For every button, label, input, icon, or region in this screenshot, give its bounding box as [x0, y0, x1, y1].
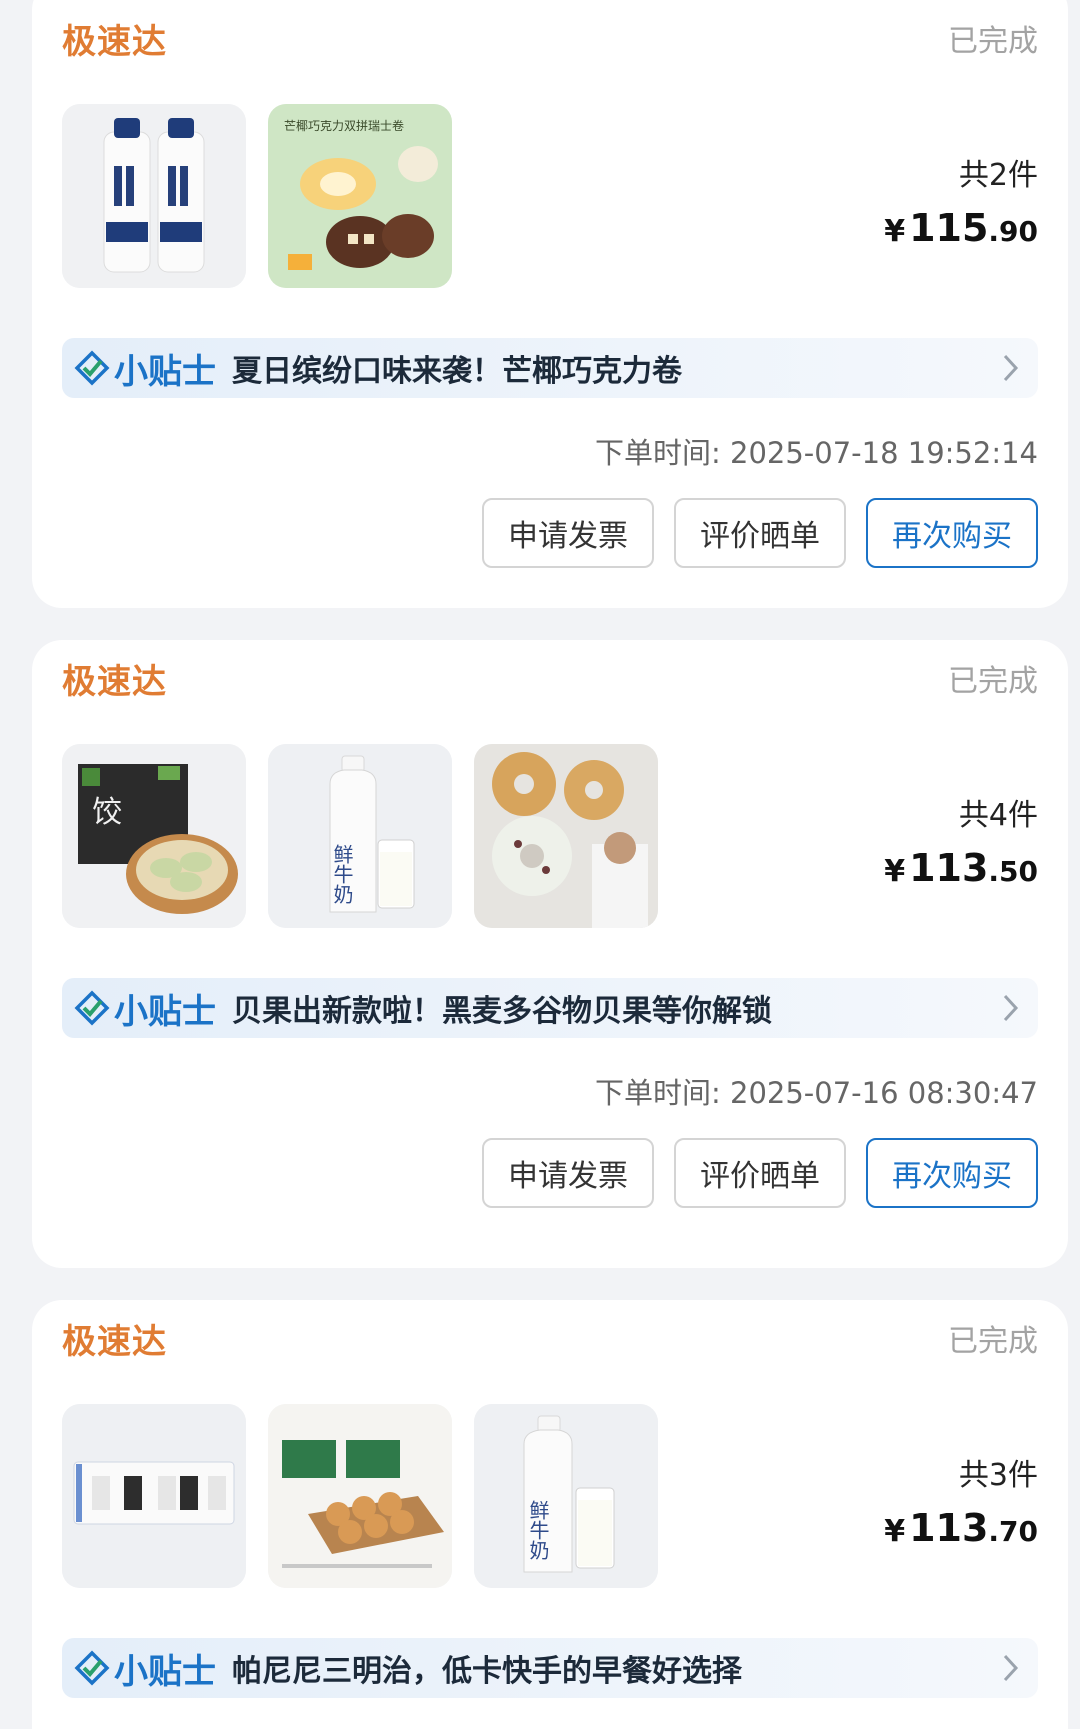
order-summary: 共4件 ¥113.50: [884, 790, 1038, 890]
price-integer: 113: [909, 846, 989, 890]
price-integer: 115: [909, 206, 989, 250]
order-status: 已完成: [948, 1324, 1038, 1359]
order-price: ¥113.70: [884, 1506, 1038, 1550]
order-actions: 申请发票 评价晒单 再次购买: [482, 498, 1038, 568]
roll-image-title: 芒椰巧克力双拼瑞士卷: [284, 118, 404, 133]
chevron-right-icon[interactable]: [1000, 350, 1022, 386]
order-price: ¥115.90: [884, 206, 1038, 250]
item-count: 共4件: [958, 798, 1038, 833]
delivery-brand: 极速达: [62, 1321, 167, 1362]
review-button[interactable]: 评价晒单: [674, 1138, 846, 1208]
product-image-bread-rolls[interactable]: [268, 1404, 452, 1588]
order-header: 极速达 已完成: [62, 656, 1038, 702]
apply-invoice-button[interactable]: 申请发票: [482, 1138, 654, 1208]
currency-symbol: ¥: [884, 1514, 906, 1549]
check-diamond-icon: [74, 990, 110, 1026]
tip-title: 小贴士: [114, 351, 216, 392]
chevron-right-icon[interactable]: [1000, 1650, 1022, 1686]
chevron-right-icon[interactable]: [1000, 990, 1022, 1026]
milk-bottle-label: 鲜牛奶: [330, 844, 354, 904]
product-thumbnails[interactable]: 芒椰巧克力双拼瑞士卷: [62, 104, 452, 288]
price-decimal: .50: [988, 855, 1038, 888]
buy-again-button[interactable]: 再次购买: [866, 1138, 1038, 1208]
order-actions: 申请发票 评价晒单 再次购买: [482, 1138, 1038, 1208]
tip-banner[interactable]: 小贴士 帕尼尼三明治，低卡快手的早餐好选择: [62, 1638, 1038, 1698]
product-thumbnails[interactable]: 饺 鲜牛奶: [62, 744, 658, 928]
product-thumbnails[interactable]: 鲜牛奶: [62, 1404, 658, 1588]
milk-bottle-label: 鲜牛奶: [526, 1500, 550, 1560]
order-card[interactable]: 极速达 已完成 饺 鲜牛奶 共4件 ¥ 113.50 小贴士 贝果出新款啦！黑麦…: [32, 640, 1068, 1268]
price-integer: 113: [909, 1506, 989, 1550]
review-button[interactable]: 评价晒单: [674, 498, 846, 568]
item-count: 共3件: [958, 1458, 1038, 1493]
tip-text: 贝果出新款啦！黑麦多谷物贝果等你解锁: [232, 994, 772, 1029]
tip-title: 小贴士: [114, 991, 216, 1032]
order-time: 下单时间: 2025-07-16 08:30:47: [595, 1076, 1038, 1110]
tip-title: 小贴士: [114, 1651, 216, 1692]
tip-text: 夏日缤纷口味来袭！芒椰巧克力卷: [232, 354, 682, 389]
delivery-brand: 极速达: [62, 661, 167, 702]
order-summary: 共3件 ¥113.70: [884, 1450, 1038, 1550]
tip-banner[interactable]: 小贴士 夏日缤纷口味来袭！芒椰巧克力卷: [62, 338, 1038, 398]
order-status: 已完成: [948, 664, 1038, 699]
product-image-bagels[interactable]: [474, 744, 658, 928]
price-decimal: .70: [988, 1515, 1038, 1548]
apply-invoice-button[interactable]: 申请发票: [482, 498, 654, 568]
order-time: 下单时间: 2025-07-18 19:52:14: [595, 436, 1038, 470]
svg-text:饺: 饺: [92, 795, 122, 830]
check-diamond-icon: [74, 1650, 110, 1686]
currency-symbol: ¥: [884, 214, 906, 249]
order-price: ¥113.50: [884, 846, 1038, 890]
tip-text: 帕尼尼三明治，低卡快手的早餐好选择: [232, 1654, 742, 1689]
order-header: 极速达 已完成: [62, 16, 1038, 62]
order-summary: 共2件 ¥115.90: [884, 150, 1038, 250]
product-image-sandwich-pack[interactable]: [62, 1404, 246, 1588]
buy-again-button[interactable]: 再次购买: [866, 498, 1038, 568]
product-image-fresh-milk[interactable]: 鲜牛奶: [268, 744, 452, 928]
price-decimal: .90: [988, 215, 1038, 248]
delivery-brand: 极速达: [62, 21, 167, 62]
tip-banner[interactable]: 小贴士 贝果出新款啦！黑麦多谷物贝果等你解锁: [62, 978, 1038, 1038]
order-header: 极速达 已完成: [62, 1316, 1038, 1362]
order-card[interactable]: 极速达 已完成: [32, 1300, 1068, 1729]
check-diamond-icon: [74, 350, 110, 386]
item-count: 共2件: [958, 158, 1038, 193]
product-image-dumplings[interactable]: 饺: [62, 744, 246, 928]
product-image-swiss-roll[interactable]: 芒椰巧克力双拼瑞士卷: [268, 104, 452, 288]
product-image-fresh-milk[interactable]: 鲜牛奶: [474, 1404, 658, 1588]
order-card[interactable]: 极速达 已完成: [32, 0, 1068, 608]
order-status: 已完成: [948, 24, 1038, 59]
currency-symbol: ¥: [884, 854, 906, 889]
product-image-milk-twin[interactable]: [62, 104, 246, 288]
